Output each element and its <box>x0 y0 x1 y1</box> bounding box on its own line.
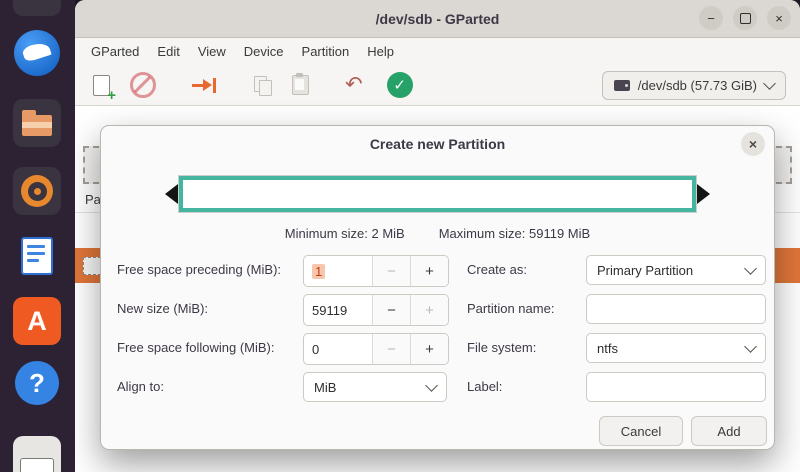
window-title: /dev/sdb - GParted <box>375 10 500 27</box>
dock-item-document[interactable] <box>13 232 61 280</box>
create-as-label: Create as: <box>467 262 527 277</box>
partition-size-slider <box>165 172 710 216</box>
lens-icon <box>21 175 53 207</box>
menu-device[interactable]: Device <box>235 40 293 63</box>
unallocated-swatch-icon <box>83 257 101 275</box>
spin-plus-button[interactable]: + <box>410 256 448 286</box>
dialog-titlebar: Create new Partition × <box>101 126 774 162</box>
slider-bar[interactable] <box>179 176 696 212</box>
maximize-icon <box>739 12 751 24</box>
label-field-wrap <box>586 372 766 402</box>
new-size-spinner: 59119 − + <box>303 294 449 326</box>
spin-minus-button[interactable]: − <box>372 295 410 325</box>
spin-minus-button[interactable]: − <box>372 256 410 286</box>
document-icon <box>21 237 53 275</box>
free-space-following-label: Free space following (MiB): <box>117 340 275 355</box>
label-label: Label: <box>467 379 503 394</box>
menubar: GParted Edit View Device Partition Help <box>75 38 800 65</box>
create-as-dropdown[interactable]: Primary Partition <box>586 255 766 285</box>
window-controls: − × <box>699 6 791 30</box>
align-to-value: MiB <box>314 379 337 395</box>
file-system-dropdown[interactable]: ntfs <box>586 333 766 363</box>
undo-button[interactable]: ↶ <box>345 73 363 96</box>
paste-icon <box>292 73 309 95</box>
menu-edit[interactable]: Edit <box>148 40 188 63</box>
gparted-window: /dev/sdb - GParted − × GParted Edit View… <box>75 0 800 472</box>
dock-item-partial-bottom[interactable] <box>13 436 61 472</box>
dock-item-files[interactable] <box>13 99 61 147</box>
new-size-value[interactable]: 59119 <box>304 295 372 325</box>
file-system-label: File system: <box>467 340 537 355</box>
dock-item-app-center[interactable]: A <box>13 297 61 345</box>
minimize-button[interactable]: − <box>699 6 723 30</box>
mail-app-icon <box>14 30 60 76</box>
apply-check-icon: ✓ <box>386 72 413 98</box>
chevron-down-icon <box>425 378 438 392</box>
spin-plus-button[interactable]: + <box>410 334 448 364</box>
toolbar: + ↶ ✓ /dev/sdb (57.73 GiB) <box>75 65 800 106</box>
new-size-label: New size (MiB): <box>117 301 209 316</box>
dock-item-mail[interactable] <box>0 30 75 78</box>
dock-item-media[interactable] <box>13 167 61 215</box>
free-space-following-spinner: 0 − + <box>303 333 449 365</box>
folder-icon <box>22 109 52 136</box>
partition-name-input[interactable] <box>586 294 766 324</box>
menu-view[interactable]: View <box>189 40 235 63</box>
titlebar: /dev/sdb - GParted − × <box>75 0 800 38</box>
size-limits: Minimum size: 2 MiB Maximum size: 59119 … <box>101 226 774 241</box>
screen: A ? /dev/sdb - GParted − × GParted Edit … <box>0 0 800 472</box>
partition-name-label: Partition name: <box>467 301 555 316</box>
menu-gparted[interactable]: GParted <box>82 40 148 63</box>
menu-partition[interactable]: Partition <box>293 40 359 63</box>
maximize-button[interactable] <box>733 6 757 30</box>
dock-item-help[interactable]: ? <box>0 361 75 409</box>
new-partition-button[interactable]: + <box>93 74 116 103</box>
device-selector[interactable]: /dev/sdb (57.73 GiB) <box>601 70 786 100</box>
gparted-icon <box>20 458 54 472</box>
create-as-value: Primary Partition <box>597 262 694 278</box>
maximum-size-label: Maximum size: 59119 MiB <box>438 226 591 241</box>
menu-help[interactable]: Help <box>358 40 403 63</box>
copy-button[interactable] <box>254 75 272 96</box>
delete-partition-button[interactable] <box>130 72 156 98</box>
label-input[interactable] <box>586 372 766 402</box>
dialog-close-button[interactable]: × <box>741 132 765 156</box>
align-to-label: Align to: <box>117 379 164 394</box>
align-to-dropdown[interactable]: MiB <box>303 372 447 402</box>
apply-button[interactable]: ✓ <box>386 72 413 98</box>
dock-item-partial-top[interactable] <box>13 0 61 16</box>
free-space-preceding-label: Free space preceding (MiB): <box>117 262 282 277</box>
paste-button[interactable] <box>292 73 309 95</box>
app-center-icon: A <box>27 305 47 336</box>
create-partition-dialog: Create new Partition × Minimum size: 2 M… <box>100 125 775 450</box>
cancel-button[interactable]: Cancel <box>599 416 683 446</box>
partition-name-field-wrap <box>586 294 766 324</box>
drive-icon <box>613 79 630 91</box>
slider-left-handle-icon[interactable] <box>165 184 178 204</box>
free-space-following-value[interactable]: 0 <box>304 334 372 364</box>
minimum-size-label: Minimum size: 2 MiB <box>284 226 405 241</box>
device-selector-label: /dev/sdb (57.73 GiB) <box>637 77 757 93</box>
spin-plus-button[interactable]: + <box>410 295 448 325</box>
dock: A ? <box>0 0 75 472</box>
close-button[interactable]: × <box>767 6 791 30</box>
dialog-title: Create new Partition <box>369 136 506 152</box>
file-system-value: ntfs <box>597 340 618 356</box>
chevron-down-icon <box>763 76 776 90</box>
new-partition-icon: + <box>93 74 116 103</box>
slider-right-handle-icon[interactable] <box>697 184 710 204</box>
spin-minus-button[interactable]: − <box>372 334 410 364</box>
undo-icon: ↶ <box>345 73 363 96</box>
free-space-preceding-spinner: 1 − + <box>303 255 449 287</box>
add-button[interactable]: Add <box>691 416 767 446</box>
delete-icon <box>130 72 156 98</box>
resize-arrow-icon <box>192 76 218 94</box>
free-space-preceding-value[interactable]: 1 <box>304 256 372 286</box>
help-icon: ? <box>15 361 59 405</box>
resize-move-button[interactable] <box>192 76 218 94</box>
chevron-down-icon <box>744 261 757 275</box>
copy-icon <box>254 75 272 96</box>
chevron-down-icon <box>744 339 757 353</box>
